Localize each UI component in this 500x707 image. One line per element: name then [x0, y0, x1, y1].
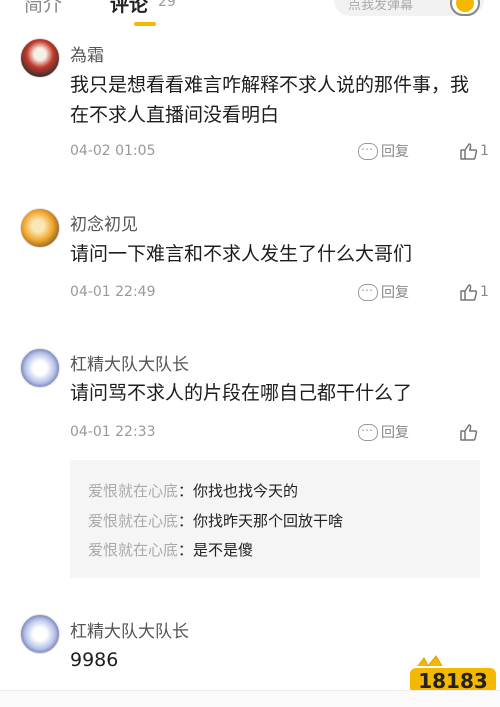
comments-count: 29 — [158, 0, 176, 10]
comment-content: 我只是想看看难言咋解释不求人说的那件事，我在不求人直播间没看明白 — [70, 74, 470, 126]
reply-label: 回复 — [381, 144, 409, 160]
active-tab-indicator — [134, 22, 156, 26]
reply-author[interactable]: 爱恨就在心底 — [88, 541, 178, 559]
comment-bubble-icon — [358, 280, 378, 301]
like-count: 1 — [480, 143, 489, 159]
reply-button[interactable]: 回复 — [358, 420, 409, 442]
comment-username[interactable]: 為霜 — [70, 41, 104, 66]
bottom-bar — [0, 690, 500, 707]
reply-label: 回复 — [381, 425, 409, 441]
comment-bubble-icon — [358, 420, 378, 441]
like-button[interactable]: 1 — [460, 281, 489, 303]
like-count: 1 — [480, 284, 489, 300]
reply-item: 爱恨就在心底：你找也找今天的 — [88, 480, 298, 501]
reply-text: 是不是傻 — [193, 541, 254, 559]
reply-separator: ： — [178, 482, 194, 500]
reply-item: 爱恨就在心底：你找昨天那个回放干啥 — [88, 510, 343, 531]
reply-text: 你找也找今天的 — [193, 482, 299, 500]
reply-thread[interactable]: 爱恨就在心底：你找也找今天的 爱恨就在心底：你找昨天那个回放干啥 爱恨就在心底：… — [70, 460, 480, 578]
tab-comments[interactable]: 评论 — [110, 0, 148, 17]
reply-author[interactable]: 爱恨就在心底 — [88, 482, 178, 500]
comment-time: 04-01 22:49 — [70, 284, 156, 300]
thumbs-up-icon — [460, 284, 478, 301]
danmaku-toggle-knob — [456, 0, 474, 12]
comment-username[interactable]: 杠精大队大队长 — [70, 617, 189, 642]
reply-item: 爱恨就在心底：是不是傻 — [88, 539, 253, 560]
thumbs-up-icon — [460, 143, 478, 160]
like-button[interactable]: 1 — [460, 140, 489, 162]
comment-username[interactable]: 杠精大队大队长 — [70, 350, 189, 375]
danmaku-placeholder: 点我发弹幕 — [348, 0, 414, 13]
tab-intro[interactable]: 简介 — [24, 0, 62, 17]
comment-bubble-icon — [358, 139, 378, 160]
reply-separator: ： — [178, 512, 194, 530]
avatar[interactable] — [20, 614, 60, 654]
thumbs-up-icon — [460, 424, 478, 441]
comment-content: 请问骂不求人的片段在哪自己都干什么了 — [70, 382, 413, 404]
comment-time: 04-02 01:05 — [70, 143, 156, 159]
avatar[interactable] — [20, 208, 60, 248]
avatar[interactable] — [20, 348, 60, 388]
comment-username[interactable]: 初念初见 — [70, 210, 138, 235]
comment-time: 04-01 22:33 — [70, 424, 156, 440]
like-button[interactable] — [460, 421, 480, 443]
reply-button[interactable]: 回复 — [358, 280, 409, 302]
comment-content: 请问一下难言和不求人发生了什么大哥们 — [70, 243, 413, 265]
avatar[interactable] — [20, 38, 60, 78]
reply-text: 你找昨天那个回放干啥 — [193, 512, 344, 530]
reply-button[interactable]: 回复 — [358, 139, 409, 161]
reply-label: 回复 — [381, 285, 409, 301]
reply-separator: ： — [178, 541, 194, 559]
reply-author[interactable]: 爱恨就在心底 — [88, 512, 178, 530]
tab-bar: 简介 评论 29 点我发弹幕 — [0, 0, 500, 30]
